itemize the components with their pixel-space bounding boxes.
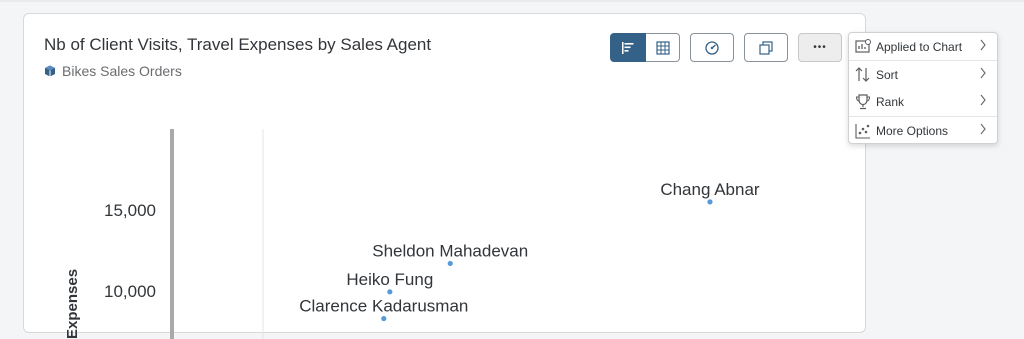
more-options-icon: ••• xyxy=(813,42,827,53)
point-label: Heiko Fung xyxy=(346,270,433,289)
menu-label-more-options: More Options xyxy=(876,124,949,138)
top-border xyxy=(0,0,1024,2)
trophy-icon xyxy=(855,94,871,110)
y-axis-label: Expenses xyxy=(64,269,81,339)
menu-item-rank[interactable]: Rank xyxy=(849,88,997,115)
bar-chart-view-button[interactable] xyxy=(610,33,646,62)
point-label: Chang Abnar xyxy=(660,180,760,199)
gauge-button[interactable] xyxy=(690,33,734,62)
card-subtitle: Bikes Sales Orders xyxy=(44,63,182,79)
point-label: Clarence Kadarusman xyxy=(299,297,468,316)
gauge-icon xyxy=(705,40,719,55)
scatter-point[interactable] xyxy=(381,315,387,322)
menu-item-more-options[interactable]: More Options xyxy=(849,117,997,144)
chevron-right-icon xyxy=(980,39,986,51)
table-view-button[interactable] xyxy=(646,33,680,62)
copy-icon xyxy=(759,40,773,55)
chart-settings-icon xyxy=(855,39,871,53)
y-tick-label: 15,000 xyxy=(104,201,156,220)
table-view-icon xyxy=(655,40,670,55)
chevron-right-icon xyxy=(980,94,986,106)
scatter-chart: Expenses 10,000 15,000 Chang Abnar Sheldon… xyxy=(64,129,760,339)
cube-icon xyxy=(44,65,56,77)
point-label: Sheldon Mahadevan xyxy=(372,241,528,260)
bar-chart-view-icon xyxy=(622,41,634,54)
y-tick-label: 10,000 xyxy=(104,282,156,301)
chevron-right-icon xyxy=(980,67,986,79)
subtitle-text: Bikes Sales Orders xyxy=(62,63,182,79)
chevron-right-icon xyxy=(980,123,986,135)
menu-item-sort[interactable]: Sort xyxy=(849,61,997,88)
chart-options-menu: Applied to Chart Sort Rank More Options xyxy=(848,32,998,144)
scatter-point[interactable] xyxy=(387,289,393,295)
more-options-button[interactable]: ••• xyxy=(798,33,842,62)
scatter-point[interactable] xyxy=(447,260,453,267)
chart-card: Nb of Client Visits, Travel Expenses by … xyxy=(23,13,866,339)
copy-button[interactable] xyxy=(744,33,788,62)
menu-label-applied-to-chart: Applied to Chart xyxy=(876,40,963,54)
sort-icon xyxy=(855,67,870,82)
menu-item-applied-to-chart[interactable]: Applied to Chart xyxy=(849,33,997,60)
card-title: Nb of Client Visits, Travel Expenses by … xyxy=(44,35,432,54)
menu-label-rank: Rank xyxy=(876,95,905,109)
scatter-point[interactable] xyxy=(707,199,713,205)
menu-label-sort: Sort xyxy=(876,68,899,82)
scatter-options-icon xyxy=(855,124,870,139)
